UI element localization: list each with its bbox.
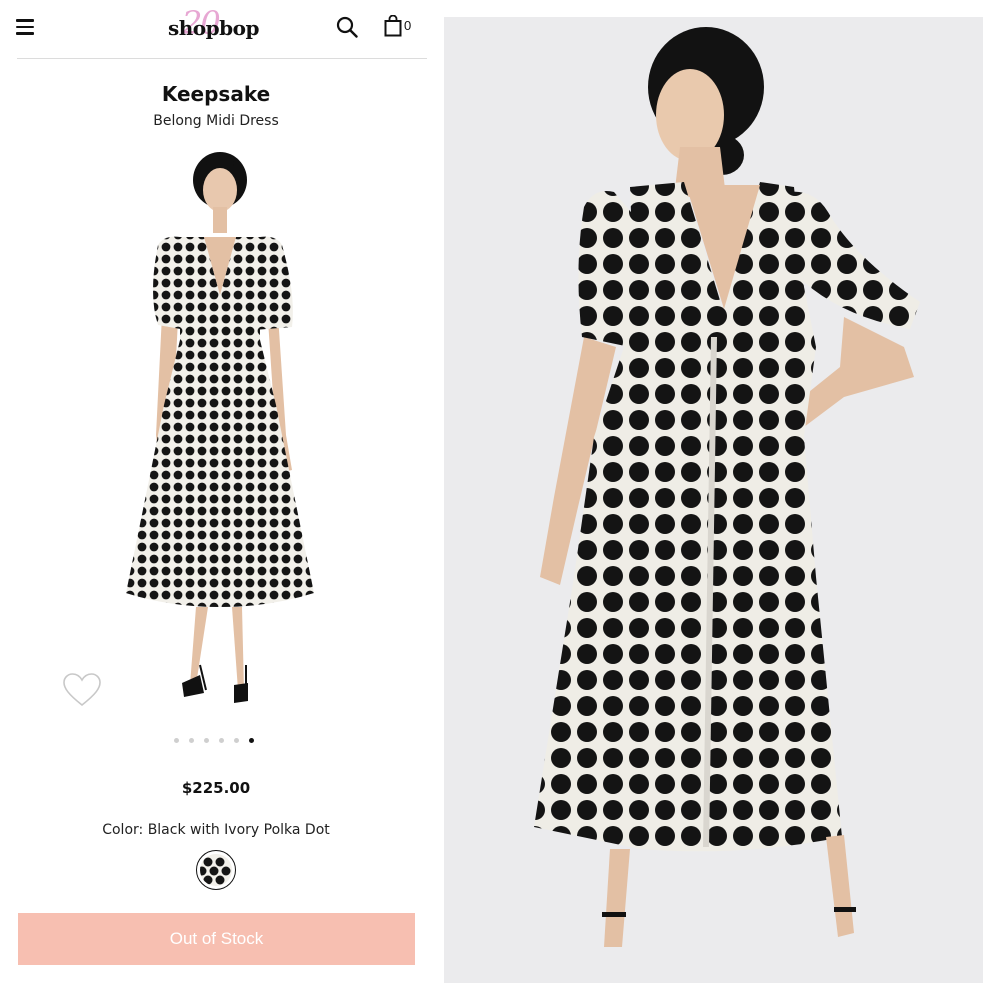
bag-item-count: 0 (404, 18, 412, 33)
carousel-dot[interactable] (219, 737, 224, 743)
product-panel: 20 shopbop 0 Keepsake Belong Midi Dress (0, 0, 432, 1000)
product-name: Belong Midi Dress (153, 113, 279, 129)
carousel-dot[interactable] (249, 737, 254, 743)
image-carousel-indicator (174, 736, 264, 744)
carousel-dot[interactable] (174, 737, 179, 743)
out-of-stock-button[interactable]: Out of Stock (18, 913, 415, 965)
shopbop-logo[interactable]: 20 shopbop (148, 4, 268, 46)
carousel-dot[interactable] (189, 737, 194, 743)
logo-wordmark: shopbop (168, 16, 259, 40)
carousel-dot[interactable] (204, 737, 209, 743)
product-image[interactable] (100, 145, 340, 720)
color-swatch-black-ivory-dot[interactable] (196, 850, 236, 890)
swatch-pattern (197, 854, 232, 886)
model-photo (444, 17, 983, 983)
shopping-bag-icon[interactable] (384, 15, 402, 37)
search-icon[interactable] (336, 16, 358, 38)
carousel-dot[interactable] (234, 737, 239, 743)
menu-icon[interactable] (16, 19, 34, 35)
top-navigation-bar: 20 shopbop 0 (0, 0, 432, 58)
selected-color-label: Color: Black with Ivory Polka Dot (102, 822, 330, 838)
product-brand[interactable]: Keepsake (0, 82, 432, 106)
heart-icon[interactable] (62, 672, 102, 708)
header-divider (17, 58, 427, 59)
product-price: $225.00 (181, 779, 251, 797)
